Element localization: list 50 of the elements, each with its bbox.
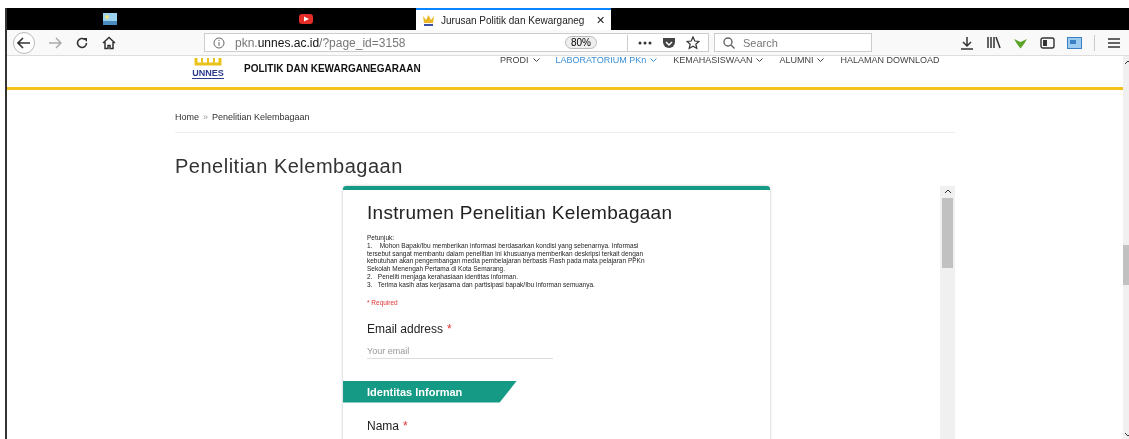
play-icon — [299, 14, 313, 24]
page-title: Penelitian Kelembagaan — [175, 155, 404, 178]
info-icon — [213, 36, 225, 49]
nav-link[interactable]: LABORATORIUM PKn — [555, 56, 658, 65]
crown-icon — [422, 14, 435, 26]
chevron-icon — [650, 57, 658, 63]
menu-icon[interactable] — [1107, 36, 1121, 49]
required-mark: * — [403, 418, 408, 433]
star-icon[interactable] — [686, 35, 700, 50]
zoom-badge[interactable]: 80% — [565, 36, 597, 49]
scrollbar-thumb[interactable] — [942, 198, 953, 268]
library-icon[interactable] — [986, 36, 1001, 49]
browser-tab[interactable]: Jurusan Politik dan Kewarganeg ✕ — [416, 8, 611, 30]
url-text: pkn.unnes.ac.id/?page_id=3158 — [235, 35, 407, 50]
scrollbar[interactable] — [940, 186, 955, 439]
chevron-icon — [756, 57, 764, 63]
form-title: Instrumen Penelitian Kelembagaan — [366, 202, 674, 224]
home-icon[interactable] — [102, 35, 116, 50]
chevron-icon — [532, 57, 540, 63]
question-label: Nama — [367, 418, 399, 433]
tab-title: Jurusan Politik dan Kewarganeg — [441, 14, 586, 26]
scroll-up-icon[interactable] — [943, 189, 952, 194]
nav-link[interactable]: PRODI — [500, 56, 540, 65]
sidebar-icon[interactable] — [1040, 36, 1055, 49]
site-logo[interactable]: UNNES — [190, 58, 226, 79]
address-bar[interactable]: pkn.unnes.ac.id/?page_id=3158 80% — [204, 33, 709, 52]
back-button[interactable] — [13, 31, 35, 54]
back-icon — [17, 36, 31, 49]
required-mark: * — [447, 321, 452, 336]
nav-link[interactable]: ALUMNI — [779, 56, 825, 65]
scroll-down-icon[interactable] — [1123, 432, 1129, 437]
site-title[interactable]: POLITIK DAN KEWARGANEGARAAN — [244, 63, 421, 74]
download-icon[interactable] — [960, 35, 974, 50]
close-icon[interactable]: ✕ — [596, 13, 605, 27]
reload-icon[interactable] — [75, 35, 89, 50]
breadcrumb-link[interactable]: Home — [175, 112, 199, 122]
search-field[interactable]: Search — [714, 33, 872, 52]
question-label: Email address — [367, 321, 444, 336]
section-header: Identitas Informan — [343, 380, 517, 403]
chevron-icon — [817, 57, 825, 63]
nav-link[interactable]: HALAMAN DOWNLOAD — [840, 56, 940, 65]
breadcrumb-current: Penelitian Kelembagaan — [212, 112, 310, 122]
scroll-up-icon[interactable] — [1123, 60, 1129, 65]
more-icon[interactable] — [638, 40, 652, 45]
nav-link[interactable]: KEMAHASISWAAN — [673, 56, 764, 65]
search-icon — [723, 36, 735, 49]
screenshot-icon[interactable] — [1067, 36, 1082, 49]
pocket-icon[interactable] — [662, 36, 676, 49]
breadcrumb-separator: » — [203, 112, 209, 122]
photo-icon — [103, 13, 117, 25]
